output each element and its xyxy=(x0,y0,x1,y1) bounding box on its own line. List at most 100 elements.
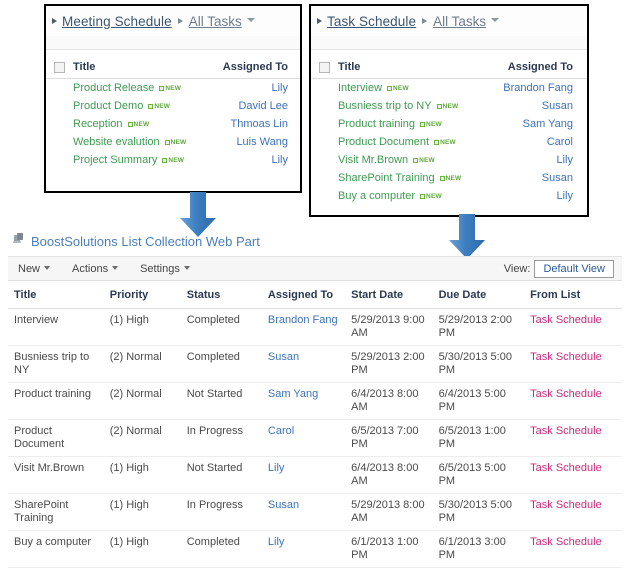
from-list-link[interactable]: Task Schedule xyxy=(530,462,602,474)
column-header-status[interactable]: Status xyxy=(180,281,262,309)
assigned-to-link[interactable]: Thmoas Lin xyxy=(231,118,288,130)
column-header-from-list[interactable]: From List xyxy=(524,281,622,309)
expand-triangle-icon[interactable] xyxy=(52,18,57,24)
list-item-row[interactable]: Product Demo NEW David Lee xyxy=(46,97,300,115)
list-item-row[interactable]: Busniess trip to NY NEW Susan xyxy=(311,97,587,115)
actions-menu-button[interactable]: Actions xyxy=(72,263,119,275)
list-name-link[interactable]: Task Schedule xyxy=(327,14,416,29)
assigned-to-link[interactable]: Susan xyxy=(268,351,299,363)
assigned-to-link[interactable]: Carol xyxy=(268,425,294,437)
from-list-link[interactable]: Task Schedule xyxy=(530,314,602,326)
list-item-row[interactable]: Reception NEW Thmoas Lin xyxy=(46,115,300,133)
column-header-assigned-to[interactable]: Assigned To xyxy=(261,281,346,309)
assigned-to-link[interactable]: David Lee xyxy=(238,100,288,112)
item-title-link[interactable]: Product training xyxy=(338,118,415,130)
view-name-link[interactable]: All Tasks xyxy=(189,14,242,29)
column-header-assigned-to[interactable]: Assigned To xyxy=(485,57,587,79)
row-select-cell[interactable] xyxy=(46,115,69,133)
assigned-to-link[interactable]: Luis Wang xyxy=(236,136,288,148)
item-title-link[interactable]: Project Summary xyxy=(73,154,157,166)
row-select-cell[interactable] xyxy=(311,187,334,205)
item-title-link[interactable]: Product Demo xyxy=(73,100,143,112)
list-item-row[interactable]: Project Summary NEW Lily xyxy=(46,151,300,169)
from-list-link[interactable]: Task Schedule xyxy=(530,351,602,363)
assigned-to-link[interactable]: Lily xyxy=(268,536,285,548)
settings-menu-button[interactable]: Settings xyxy=(140,263,190,275)
expand-triangle-icon[interactable] xyxy=(317,18,322,24)
grid-header-row: Title Priority Status Assigned To Start … xyxy=(8,281,622,309)
list-item-row[interactable]: SharePoint Training NEW Susan xyxy=(311,169,587,187)
table-row[interactable]: SharePoint Training (1) High In Progress Su… xyxy=(8,493,622,531)
column-header-title[interactable]: Title xyxy=(8,281,104,309)
assigned-to-link[interactable]: Lily xyxy=(268,462,285,474)
assigned-to-link[interactable]: Lily xyxy=(271,154,288,166)
from-list-link[interactable]: Task Schedule xyxy=(530,536,602,548)
assigned-to-link[interactable]: Susan xyxy=(268,499,299,511)
row-select-cell[interactable] xyxy=(311,115,334,133)
select-all-checkbox[interactable] xyxy=(319,61,330,73)
row-select-cell[interactable] xyxy=(311,169,334,187)
table-row[interactable]: Buy a computer (1) High Completed Lily 6/1/2… xyxy=(8,530,622,568)
row-select-cell[interactable] xyxy=(46,79,69,98)
column-header-title[interactable]: Title xyxy=(334,57,486,79)
row-select-cell[interactable] xyxy=(46,151,69,169)
table-row[interactable]: Product Document (2) Normal In Progress Car… xyxy=(8,419,622,457)
from-list-link[interactable]: Task Schedule xyxy=(530,499,602,511)
item-title-link[interactable]: Interview xyxy=(338,82,382,94)
column-header-due-date[interactable]: Due Date xyxy=(432,281,525,309)
item-title-link[interactable]: Website evalution xyxy=(73,136,160,148)
table-row[interactable]: Product Release(1) HighCompletedLily5/31… xyxy=(8,567,622,573)
chevron-down-icon[interactable] xyxy=(246,18,255,22)
assigned-to-link[interactable]: Susan xyxy=(542,172,573,184)
list-item-row[interactable]: Product Release NEW Lily xyxy=(46,79,300,98)
assigned-to-link[interactable]: Brandon Fang xyxy=(268,314,338,326)
assigned-to-link[interactable]: Susan xyxy=(542,100,573,112)
row-select-cell[interactable] xyxy=(46,133,69,151)
assigned-to-link[interactable]: Brandon Fang xyxy=(503,82,573,94)
row-select-cell[interactable] xyxy=(311,79,334,98)
column-header-priority[interactable]: Priority xyxy=(103,281,181,309)
from-list-link[interactable]: Task Schedule xyxy=(530,425,602,437)
column-header-title[interactable]: Title xyxy=(69,57,208,79)
cell-priority: (1) High xyxy=(103,456,181,494)
from-list-link[interactable]: Task Schedule xyxy=(530,388,602,400)
table-row[interactable]: Interview (1) High Completed Brandon Fang 5/… xyxy=(8,308,622,346)
row-select-cell[interactable] xyxy=(311,97,334,115)
table-row[interactable]: Product training (2) Normal Not Started Sam… xyxy=(8,382,622,420)
assigned-to-link[interactable]: Lily xyxy=(271,82,288,94)
list-item-row[interactable]: Product training NEW Sam Yang xyxy=(311,115,587,133)
list-item-row[interactable]: Visit Mr.Brown NEW Lily xyxy=(311,151,587,169)
table-row[interactable]: Busniess trip to NY (2) Normal Completed Su… xyxy=(8,345,622,383)
list-item-row[interactable]: Product Document NEW Carol xyxy=(311,133,587,151)
view-name-link[interactable]: All Tasks xyxy=(433,14,486,29)
assigned-to-link[interactable]: Carol xyxy=(547,136,573,148)
assigned-to-link[interactable]: Lily xyxy=(556,190,573,202)
new-menu-button[interactable]: New xyxy=(18,263,51,275)
assigned-to-link[interactable]: Sam Yang xyxy=(268,388,318,400)
table-row[interactable]: Visit Mr.Brown (1) High Not Started Lily 6/4… xyxy=(8,456,622,494)
item-title-link[interactable]: Reception xyxy=(73,118,123,130)
chevron-down-icon[interactable] xyxy=(491,18,500,22)
row-select-cell[interactable] xyxy=(46,97,69,115)
item-title-link[interactable]: Visit Mr.Brown xyxy=(338,154,408,166)
assigned-to-link[interactable]: Lily xyxy=(556,154,573,166)
row-select-cell[interactable] xyxy=(311,151,334,169)
item-title-link[interactable]: Buy a computer xyxy=(338,190,415,202)
new-badge-square-icon xyxy=(164,140,170,145)
item-title-link[interactable]: SharePoint Training xyxy=(338,172,435,184)
row-select-cell[interactable] xyxy=(311,133,334,151)
column-header-start-date[interactable]: Start Date xyxy=(345,281,433,309)
select-all-checkbox[interactable] xyxy=(54,61,65,73)
list-item-row[interactable]: Interview NEW Brandon Fang xyxy=(311,79,587,98)
cell-assigned-to: Brandon Fang xyxy=(261,308,346,346)
item-title-link[interactable]: Busniess trip to NY xyxy=(338,100,432,112)
view-selector-button[interactable]: Default View xyxy=(534,259,614,278)
item-title-link[interactable]: Product Release xyxy=(73,82,154,94)
list-name-link[interactable]: Meeting Schedule xyxy=(62,14,172,29)
assigned-to-link[interactable]: Sam Yang xyxy=(523,118,573,130)
list-item-row[interactable]: Website evalution NEW Luis Wang xyxy=(46,133,300,151)
collection-grid-rows: Interview (1) High Completed Brandon Fang 5/… xyxy=(8,308,622,573)
column-header-assigned-to[interactable]: Assigned To xyxy=(207,57,300,79)
item-title-link[interactable]: Product Document xyxy=(338,136,429,148)
list-item-row[interactable]: Buy a computer NEW Lily xyxy=(311,187,587,205)
